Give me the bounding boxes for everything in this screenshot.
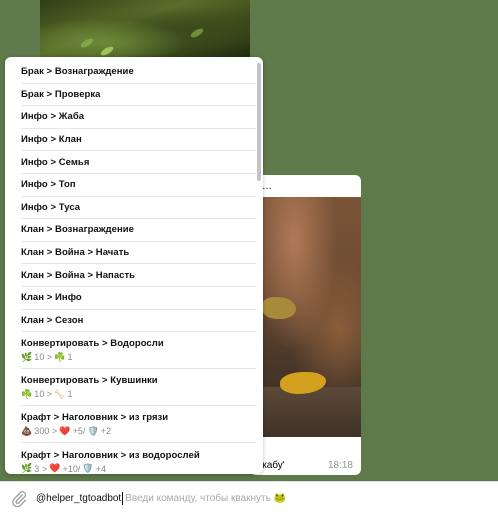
paperclip-icon[interactable] [8, 489, 34, 509]
resource-value: +2 [100, 426, 112, 437]
resource-value: +10/ [62, 463, 81, 474]
resource-icon: 🌿 [21, 463, 33, 474]
message-time: 18:18 [327, 460, 353, 471]
command-label: Крафт > Наголовник > из грязи [21, 412, 169, 424]
resource-value: +5/ [72, 426, 86, 437]
command-item[interactable]: Конвертировать > Водоросли 🌿 10 > ☘️ 1 [21, 332, 256, 370]
command-item[interactable]: Брак > Проверка [21, 84, 256, 107]
resource-icon: ❤️ [49, 463, 61, 474]
log-image [250, 387, 361, 437]
resource-value: 10 > [34, 352, 53, 363]
command-label: Клан > Война > Напасть [21, 269, 136, 281]
message-input-bar: @helper_tgtoadbot Введи команду, чтобы к… [0, 481, 498, 515]
command-item[interactable]: Инфо > Клан [21, 129, 256, 152]
resource-value: 10 > [34, 389, 53, 400]
command-item[interactable]: Брак > Вознаграждение [21, 61, 256, 84]
message-input[interactable]: @helper_tgtoadbot Введи команду, чтобы к… [36, 492, 286, 505]
resource-icon: ☘️ [21, 388, 33, 399]
resource-value: 1 [67, 352, 73, 363]
command-item[interactable]: Клан > Инфо [21, 287, 256, 310]
command-item[interactable]: Инфо > Семья [21, 151, 256, 174]
command-label: Инфо > Топ [21, 179, 76, 191]
resource-icon: ☘️ [54, 351, 66, 362]
resource-icon: 🛡️ [87, 425, 99, 436]
command-label: Клан > Сезон [21, 314, 84, 326]
leaf-decoration [189, 26, 205, 40]
command-label: Инфо > Жаба [21, 111, 85, 123]
input-placeholder: Введи команду, чтобы квакнуть 🐸 [125, 493, 287, 504]
chat-photo-top[interactable] [40, 0, 250, 60]
command-label: Клан > Инфо [21, 292, 82, 304]
resource-icon: 💩 [21, 425, 33, 436]
command-list: Брак > Вознаграждение Брак > Проверка Инфо… [5, 57, 263, 474]
command-label: Конвертировать > Кувшинки [21, 375, 158, 387]
resource-icon: ❤️ [59, 425, 71, 436]
resource-value: 1 [67, 389, 73, 400]
command-label: Клан > Война > Начать [21, 247, 130, 259]
message-caption: жабу' [260, 460, 285, 471]
command-label: Клан > Вознаграждение [21, 224, 134, 236]
resource-icon: 🌿 [21, 351, 33, 362]
command-item[interactable]: Конвертировать > Кувшинки ☘️ 10 > 🦴 1 [21, 369, 256, 407]
scrollbar[interactable] [257, 63, 261, 181]
command-description: 💩 300 > ❤️ +5/🛡️ +2 [21, 426, 111, 436]
resource-value: +4 [95, 463, 107, 474]
command-item[interactable]: Крафт > Наголовник > из водорослей 🌿 3 > ❤️… [21, 443, 256, 474]
command-description: ☘️ 10 > 🦴 1 [21, 389, 73, 399]
command-item[interactable]: Клан > Вознаграждение [21, 219, 256, 242]
resource-icon: 🦴 [54, 388, 66, 399]
message-caption-top: … [262, 181, 272, 192]
command-description: 🌿 10 > ☘️ 1 [21, 352, 73, 362]
resource-icon: 🛡️ [82, 463, 94, 474]
leaf-decoration [79, 36, 95, 50]
command-item[interactable]: Клан > Война > Напасть [21, 264, 256, 287]
command-suggestions-popup: Брак > Вознаграждение Брак > Проверка Инфо… [5, 57, 263, 474]
command-label: Крафт > Наголовник > из водорослей [21, 449, 200, 461]
command-item[interactable]: Крафт > Наголовник > из грязи 💩 300 > ❤️ +5/… [21, 406, 256, 444]
message-bubble[interactable]: … жабу' 18:18 [250, 175, 361, 475]
command-item[interactable]: Инфо > Топ [21, 174, 256, 197]
resource-value: 300 > [34, 426, 58, 437]
command-label: Инфо > Туса [21, 201, 81, 213]
command-item[interactable]: Инфо > Туса [21, 197, 256, 220]
command-label: Инфо > Клан [21, 134, 82, 146]
resource-value: 3 > [34, 463, 48, 474]
command-label: Брак > Проверка [21, 88, 101, 100]
frog-image [262, 297, 296, 319]
command-label: Конвертировать > Водоросли [21, 338, 164, 350]
leaf-decoration [99, 44, 115, 58]
command-label: Брак > Вознаграждение [21, 66, 134, 78]
command-label: Инфо > Семья [21, 156, 90, 168]
message-photo[interactable] [250, 197, 361, 437]
command-item[interactable]: Инфо > Жаба [21, 106, 256, 129]
input-value: @helper_tgtoadbot [36, 493, 122, 504]
command-item[interactable]: Клан > Сезон [21, 310, 256, 333]
text-caret [122, 492, 124, 505]
command-item[interactable]: Клан > Война > Начать [21, 242, 256, 265]
command-description: 🌿 3 > ❤️ +10/🛡️ +4 [21, 464, 106, 474]
